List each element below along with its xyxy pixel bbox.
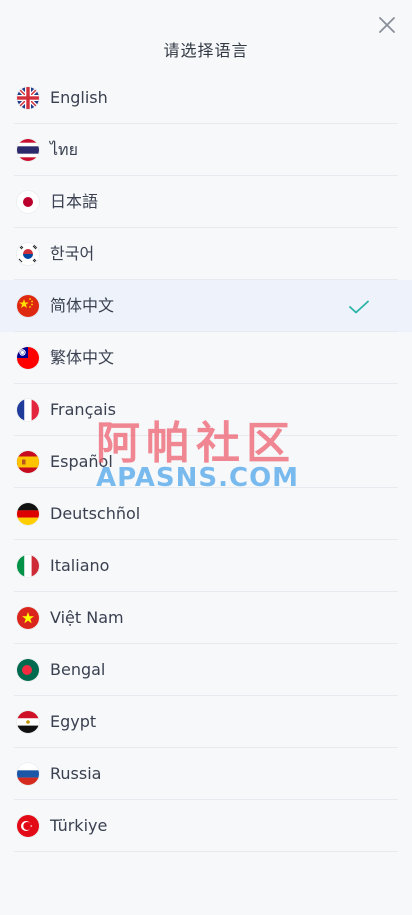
- language-label: Egypt: [50, 712, 97, 731]
- uk-flag-icon: [17, 87, 39, 109]
- china-flag-icon: [17, 295, 39, 317]
- language-item-turkey[interactable]: Türkiye: [0, 800, 412, 852]
- checkmark-icon: [349, 299, 369, 314]
- language-label: 简体中文: [50, 296, 115, 315]
- divider: [14, 851, 398, 852]
- language-label: 日本語: [50, 192, 99, 211]
- france-flag-icon: [17, 399, 39, 421]
- close-icon[interactable]: [376, 14, 398, 36]
- language-item-traditional-chinese[interactable]: 繁体中文: [0, 332, 412, 384]
- language-item-korean[interactable]: 한국어: [0, 228, 412, 280]
- language-item-italian[interactable]: Italiano: [0, 540, 412, 592]
- vietnam-flag-icon: [17, 607, 39, 629]
- bangladesh-flag-icon: [17, 659, 39, 681]
- language-list: English ไทย 日本語 한국어 简体中文 繁体中文 Français E…: [0, 72, 412, 852]
- taiwan-flag-icon: [17, 347, 39, 369]
- page-title: 请选择语言: [163, 41, 249, 60]
- language-item-german[interactable]: Deutschñol: [0, 488, 412, 540]
- language-item-spanish[interactable]: Español: [0, 436, 412, 488]
- language-label: English: [50, 88, 108, 107]
- language-label: 繁体中文: [50, 348, 115, 367]
- spain-flag-icon: [17, 451, 39, 473]
- turkey-flag-icon: [17, 815, 39, 837]
- language-label: Deutschñol: [50, 504, 141, 523]
- language-item-french[interactable]: Français: [0, 384, 412, 436]
- germany-flag-icon: [17, 503, 39, 525]
- language-item-simplified-chinese[interactable]: 简体中文: [0, 280, 412, 332]
- italy-flag-icon: [17, 555, 39, 577]
- language-label: Việt Nam: [50, 608, 124, 627]
- language-label: Russia: [50, 764, 102, 783]
- language-item-vietnamese[interactable]: Việt Nam: [0, 592, 412, 644]
- russia-flag-icon: [17, 763, 39, 785]
- language-item-bengal[interactable]: Bengal: [0, 644, 412, 696]
- language-label: ไทย: [50, 140, 78, 159]
- language-item-thai[interactable]: ไทย: [0, 124, 412, 176]
- thailand-flag-icon: [17, 139, 39, 161]
- korea-flag-icon: [17, 243, 39, 265]
- language-label: Bengal: [50, 660, 106, 679]
- header: 请选择语言: [0, 0, 412, 72]
- language-label: 한국어: [50, 244, 95, 263]
- language-label: Türkiye: [50, 816, 108, 835]
- language-label: Français: [50, 400, 116, 419]
- language-label: Español: [50, 452, 113, 471]
- egypt-flag-icon: [17, 711, 39, 733]
- language-item-egypt[interactable]: Egypt: [0, 696, 412, 748]
- language-label: Italiano: [50, 556, 110, 575]
- language-item-english[interactable]: English: [0, 72, 412, 124]
- language-item-russia[interactable]: Russia: [0, 748, 412, 800]
- japan-flag-icon: [17, 191, 39, 213]
- language-item-japanese[interactable]: 日本語: [0, 176, 412, 228]
